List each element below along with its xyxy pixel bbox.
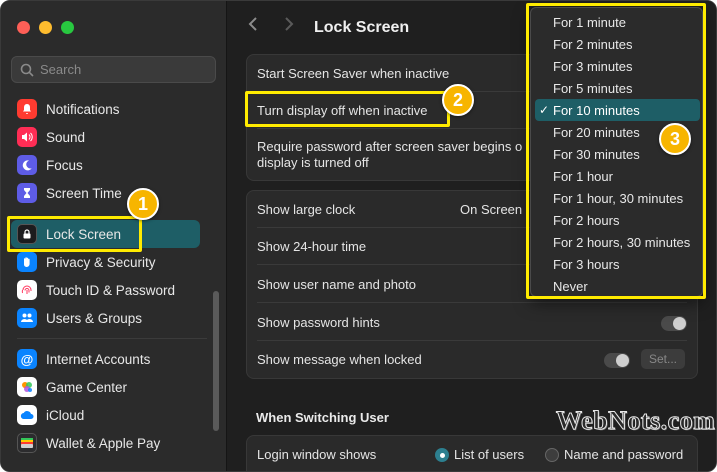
sidebar-item-focus[interactable]: Focus <box>11 151 200 179</box>
users-icon <box>17 308 37 328</box>
chevron-left-icon <box>248 17 257 31</box>
step-badge-2: 2 <box>442 84 474 116</box>
hourglass-icon <box>17 183 37 203</box>
sidebar-item-game-center[interactable]: Game Center <box>11 373 200 401</box>
sidebar-item-label: Internet Accounts <box>46 351 151 367</box>
screensaver-label: Start Screen Saver when inactive <box>257 66 450 81</box>
minimize-button[interactable] <box>39 21 52 34</box>
sidebar-item-label: Sound <box>46 129 86 145</box>
name-password-label: Name and password <box>564 447 684 462</box>
fingerprint-icon <box>17 280 37 300</box>
sidebar-item-label: iCloud <box>46 407 85 423</box>
list-of-users-radio[interactable] <box>435 448 449 462</box>
24-hour-time-label: Show 24-hour time <box>257 239 367 254</box>
search-field[interactable] <box>11 56 216 83</box>
require-password-label: Require password after screen saver begi… <box>257 139 523 170</box>
settings-window: Notifications Sound Focus Screen Time Lo… <box>0 0 717 472</box>
sidebar-item-label: Game Center <box>46 379 128 395</box>
sidebar-scrollbar[interactable] <box>213 291 219 431</box>
step-badge-3: 3 <box>659 123 691 155</box>
sidebar-item-label: Users & Groups <box>46 310 143 326</box>
row-divider <box>257 340 687 341</box>
sidebar-item-label: Focus <box>46 157 83 173</box>
page-title: Lock Screen <box>314 19 410 36</box>
sidebar-item-internet-accounts[interactable]: @ Internet Accounts <box>11 345 200 373</box>
sidebar-divider <box>17 338 207 339</box>
game-center-icon <box>17 377 37 397</box>
sidebar-item-label: Screen Time <box>46 185 122 201</box>
username-photo-label: Show user name and photo <box>257 277 416 292</box>
switching-user-header: When Switching User <box>256 410 389 425</box>
login-window-label: Login window shows <box>257 447 377 462</box>
sidebar-item-touch-id[interactable]: Touch ID & Password <box>11 276 200 304</box>
sidebar-item-label: Notifications <box>46 101 120 117</box>
sidebar-item-label: Privacy & Security <box>46 254 156 270</box>
sidebar-item-label: Wallet & Apple Pay <box>46 435 161 451</box>
password-hints-label: Show password hints <box>257 315 380 330</box>
row-divider <box>257 302 687 303</box>
sidebar-item-wallet[interactable]: Wallet & Apple Pay <box>11 429 200 457</box>
at-icon: @ <box>17 349 37 369</box>
chevron-right-icon <box>285 17 294 31</box>
switching-user-group: Login window shows List of users Name an… <box>246 435 698 471</box>
set-message-button[interactable]: Set... <box>641 349 685 369</box>
password-hints-toggle[interactable] <box>661 316 687 331</box>
sidebar-item-screen-time[interactable]: Screen Time <box>11 179 200 207</box>
sidebar-item-notifications[interactable]: Notifications <box>11 95 200 123</box>
cloud-icon <box>17 405 37 425</box>
moon-icon <box>17 155 37 175</box>
message-locked-label: Show message when locked <box>257 352 422 367</box>
sidebar-item-sound[interactable]: Sound <box>11 123 200 151</box>
watermark: WebNots.com <box>555 406 716 436</box>
highlight-display-off <box>245 91 450 127</box>
wallet-icon <box>17 433 37 453</box>
sidebar-item-users-groups[interactable]: Users & Groups <box>11 304 200 332</box>
search-icon <box>20 63 34 77</box>
large-clock-value[interactable]: On Screen <box>460 202 522 217</box>
window-controls <box>17 21 74 34</box>
speaker-icon <box>17 127 37 147</box>
hand-icon <box>17 252 37 272</box>
back-button[interactable] <box>248 15 258 38</box>
forward-button[interactable] <box>284 15 294 38</box>
message-locked-toggle[interactable] <box>604 353 630 368</box>
sidebar-item-label: Touch ID & Password <box>46 282 176 298</box>
close-button[interactable] <box>17 21 30 34</box>
sidebar-item-icloud[interactable]: iCloud <box>11 401 200 429</box>
list-of-users-label: List of users <box>454 447 525 462</box>
search-input[interactable] <box>40 62 210 77</box>
bell-icon <box>17 99 37 119</box>
sidebar-item-privacy-security[interactable]: Privacy & Security <box>11 248 200 276</box>
step-badge-1: 1 <box>127 188 159 220</box>
name-password-radio[interactable] <box>545 448 559 462</box>
highlight-lock-screen <box>7 216 142 252</box>
zoom-button[interactable] <box>61 21 74 34</box>
large-clock-label: Show large clock <box>257 202 356 217</box>
